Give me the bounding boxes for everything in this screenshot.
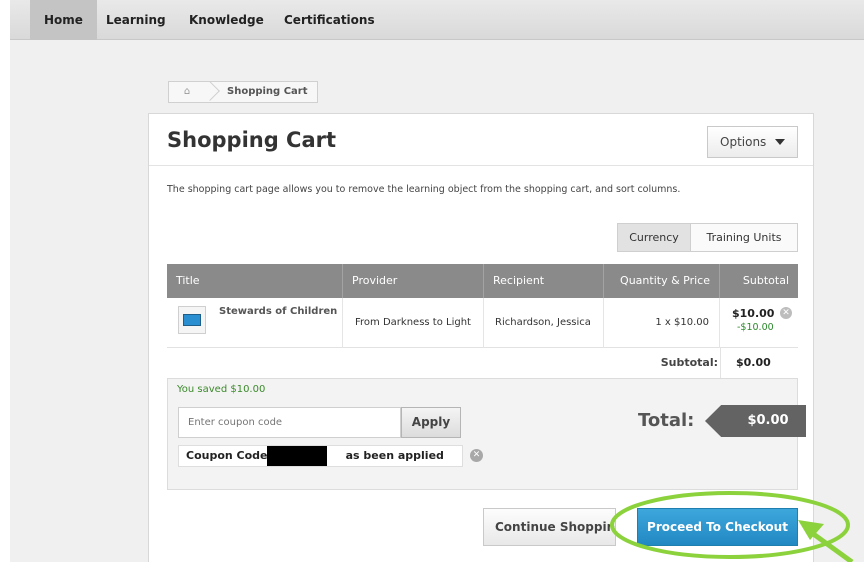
home-icon[interactable]: ⌂ [169,82,205,102]
page-description: The shopping cart page allows you to rem… [167,184,681,195]
title-divider [149,165,813,166]
coupon-applied-prefix: Coupon Code: [186,449,272,462]
table-row: Stewards of Children From Darkness to Li… [167,298,798,348]
subtotal-value: $0.00 [720,348,798,378]
options-label: Options [720,135,767,149]
subtotal-label: Subtotal: [660,356,718,369]
column-header-provider[interactable]: Provider [343,264,484,298]
column-header-subtotal[interactable]: Subtotal [720,264,798,298]
cell-recipient: Richardson, Jessica [484,298,604,348]
nav-certifications[interactable]: Certifications [270,0,389,40]
nav-knowledge[interactable]: Knowledge [175,0,278,40]
table-header: Title Provider Recipient Quantity & Pric… [167,264,798,298]
top-nav: Home Learning Knowledge Certifications [10,0,864,40]
training-units-toggle[interactable]: Training Units [690,223,798,252]
remove-coupon-icon[interactable]: ✕ [470,449,483,462]
apply-coupon-button[interactable]: Apply [401,407,461,438]
row-subtotal: $10.00 [732,307,775,320]
cell-provider: From Darkness to Light [343,298,484,348]
row-discount: -$10.00 [737,322,774,333]
cell-title: Stewards of Children [167,298,343,348]
total-label: Total: [638,410,695,431]
column-header-recipient[interactable]: Recipient [484,264,604,298]
coupon-applied-suffix: as been applied [345,449,444,462]
options-button[interactable]: Options [707,126,798,158]
column-header-title[interactable]: Title [167,264,343,298]
remove-item-icon[interactable]: ✕ [780,307,792,319]
page-title: Shopping Cart [167,128,337,152]
item-title[interactable]: Stewards of Children [219,306,337,317]
nav-learning[interactable]: Learning [92,0,180,40]
total-value: $0.00 [747,413,789,428]
caret-down-icon [775,139,785,145]
currency-toggle[interactable]: Currency [617,223,691,252]
continue-shopping-button[interactable]: Continue Shopping [483,508,616,546]
redacted-coupon-code [267,446,327,466]
breadcrumb: ⌂ Shopping Cart [168,81,318,103]
column-header-quantity-price[interactable]: Quantity & Price [604,264,720,298]
subtotal-row: Subtotal: $0.00 [167,348,798,378]
coupon-code-input[interactable] [178,407,401,438]
computer-icon [178,306,206,334]
cell-quantity-price: 1 x $10.00 [604,298,720,348]
nav-home[interactable]: Home [30,0,97,40]
breadcrumb-current: Shopping Cart [227,86,308,97]
savings-text: You saved $10.00 [177,384,266,395]
proceed-to-checkout-button[interactable]: Proceed To Checkout [637,508,798,546]
